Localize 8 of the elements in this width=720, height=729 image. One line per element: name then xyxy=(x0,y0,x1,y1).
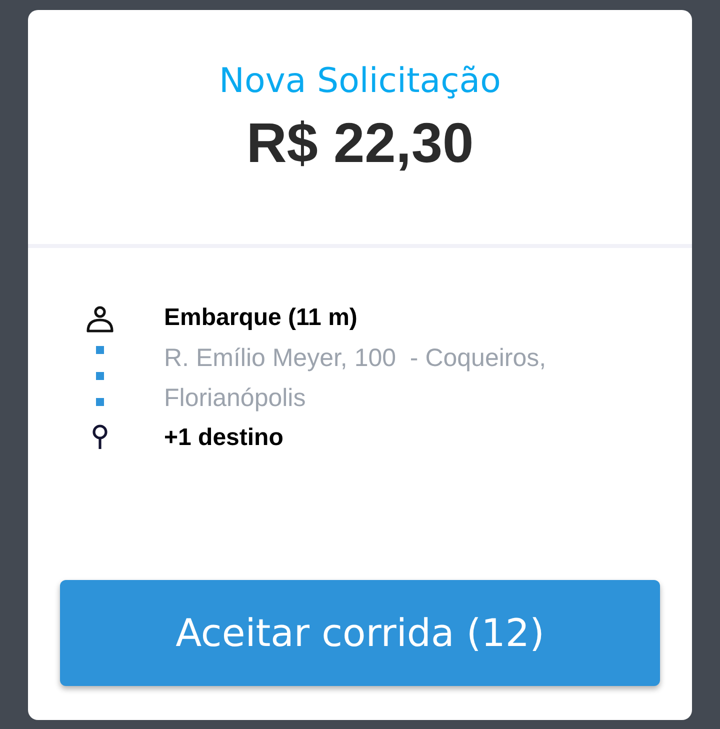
price: R$ 22,30 xyxy=(246,110,474,176)
pin-icon xyxy=(91,424,109,450)
stop-label: +1 destino xyxy=(164,423,284,453)
card-title: Nova Solicitação xyxy=(219,60,501,102)
accept-ride-button[interactable]: Aceitar corrida (12) xyxy=(60,580,660,686)
person-icon xyxy=(85,304,115,334)
stop-address: R. Emílio Meyer, 100 - Coqueiros, Florianópolis xyxy=(164,343,548,414)
stop-label: Embarque (11 m) xyxy=(164,303,358,333)
